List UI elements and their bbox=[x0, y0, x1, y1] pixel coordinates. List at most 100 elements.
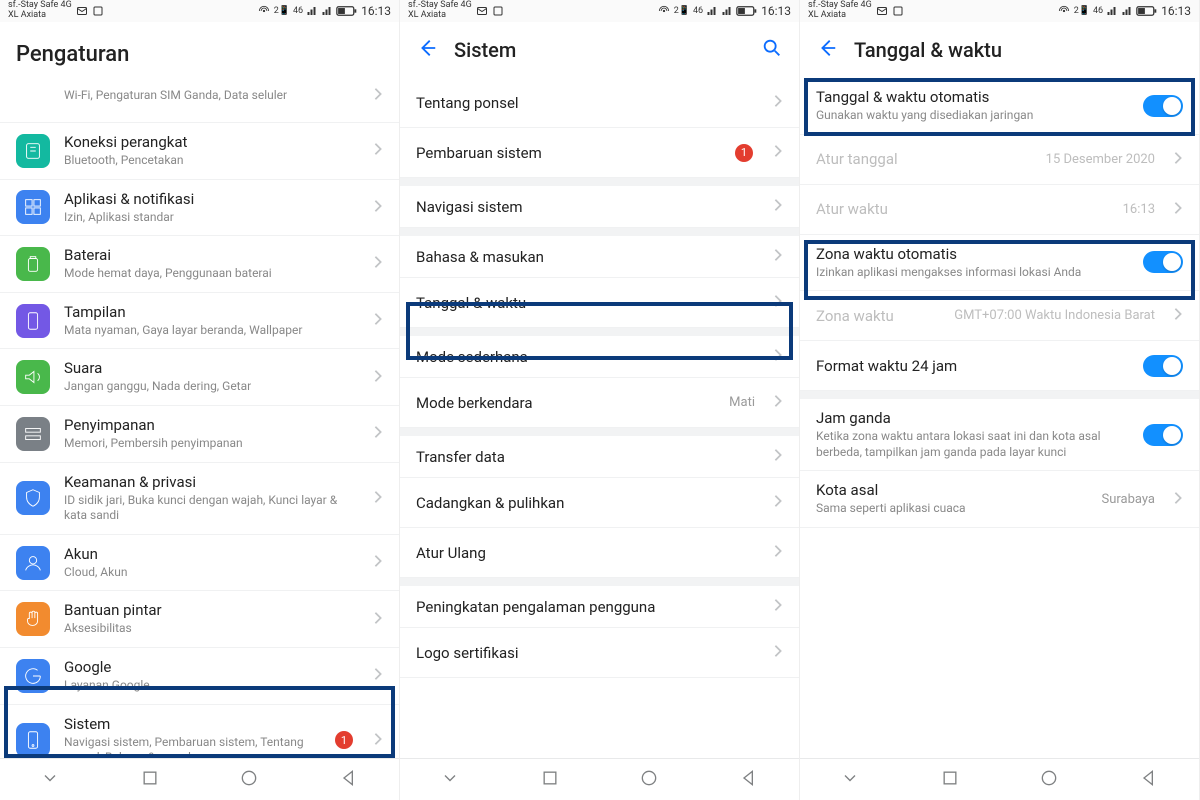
row-set-date: Atur tanggal 15 Desember 2020 bbox=[800, 135, 1199, 185]
nav-dropdown-icon[interactable] bbox=[440, 768, 460, 792]
nav-dropdown-icon[interactable] bbox=[40, 768, 60, 792]
nav-recent-icon[interactable] bbox=[940, 768, 960, 792]
account-icon bbox=[16, 546, 50, 580]
chevron-icon bbox=[773, 447, 783, 466]
nav-home-icon[interactable] bbox=[639, 768, 659, 792]
row-transfer-data[interactable]: Transfer data bbox=[400, 428, 799, 478]
chevron-icon bbox=[373, 141, 383, 160]
row-user-experience[interactable]: Peningkatan pengalaman pengguna bbox=[400, 578, 799, 628]
row-title: Sistem bbox=[64, 715, 321, 733]
nav-home-icon[interactable] bbox=[239, 768, 259, 792]
system-icon bbox=[16, 723, 50, 757]
status-carrier-2: XL Axiata bbox=[808, 11, 872, 21]
row-language-input[interactable]: Bahasa & masukan bbox=[400, 228, 799, 278]
net-type-icon: 46 bbox=[293, 6, 303, 16]
row-sub: ID sidik jari, Buka kunci dengan wajah, … bbox=[64, 493, 359, 524]
row-wifi[interactable]: Wi-Fi, Pengaturan SIM Ganda, Data selule… bbox=[0, 78, 399, 123]
row-24h-format[interactable]: Format waktu 24 jam bbox=[800, 341, 1199, 391]
toggle-dual-clock[interactable] bbox=[1143, 424, 1183, 446]
row-sub: Navigasi sistem, Pembaruan sistem, Tenta… bbox=[64, 735, 321, 758]
toggle-auto-datetime[interactable] bbox=[1143, 95, 1183, 117]
back-button[interactable] bbox=[416, 37, 438, 63]
nav-recent-icon[interactable] bbox=[140, 768, 160, 792]
row-backup-restore[interactable]: Cadangkan & pulihkan bbox=[400, 478, 799, 528]
row-title: Logo sertifikasi bbox=[416, 644, 759, 662]
back-button[interactable] bbox=[816, 37, 838, 63]
datetime-list: Tanggal & waktu otomatisGunakan waktu ya… bbox=[800, 78, 1199, 758]
row-display[interactable]: TampilanMata nyaman, Gaya layar beranda,… bbox=[0, 293, 399, 350]
toggle-auto-timezone[interactable] bbox=[1143, 251, 1183, 273]
row-sub: Memori, Pembersih penyimpanan bbox=[64, 436, 359, 452]
mail-icon bbox=[476, 5, 488, 17]
row-simple-mode[interactable]: Mode sederhana bbox=[400, 328, 799, 378]
nav-home-icon[interactable] bbox=[1039, 768, 1059, 792]
row-date-time[interactable]: Tanggal & waktu bbox=[400, 278, 799, 328]
row-reset[interactable]: Atur Ulang bbox=[400, 528, 799, 578]
row-value: Mati bbox=[729, 395, 755, 410]
row-title: Pembaruan sistem bbox=[416, 144, 721, 162]
row-title: Format waktu 24 jam bbox=[816, 357, 1129, 375]
nav-back-icon[interactable] bbox=[1139, 768, 1159, 792]
nav-bar bbox=[400, 758, 799, 800]
status-bar: sf.-Stay Safe 4G XL Axiata 2📱 46 16:13 bbox=[800, 0, 1199, 22]
hand-icon bbox=[16, 602, 50, 636]
row-driving-mode[interactable]: Mode berkendara Mati bbox=[400, 378, 799, 428]
row-smart-assist[interactable]: Bantuan pintarAksesibilitas bbox=[0, 591, 399, 648]
page-title: Sistem bbox=[454, 38, 745, 62]
nav-dropdown-icon[interactable] bbox=[840, 768, 860, 792]
row-about-phone[interactable]: Tentang ponsel bbox=[400, 78, 799, 128]
row-home-city[interactable]: Kota asalSama seperti aplikasi cuaca Sur… bbox=[800, 471, 1199, 528]
row-value: GMT+07:00 Waktu Indonesia Barat bbox=[954, 308, 1155, 323]
row-battery[interactable]: BateraiMode hemat daya, Penggunaan bater… bbox=[0, 236, 399, 293]
toggle-24h[interactable] bbox=[1143, 355, 1183, 377]
screen-date-time: sf.-Stay Safe 4G XL Axiata 2📱 46 16:13 T… bbox=[800, 0, 1200, 800]
row-sound[interactable]: SuaraJangan ganggu, Nada dering, Getar bbox=[0, 349, 399, 406]
row-security[interactable]: Keamanan & privasiID sidik jari, Buka ku… bbox=[0, 463, 399, 535]
row-auto-datetime[interactable]: Tanggal & waktu otomatisGunakan waktu ya… bbox=[800, 78, 1199, 135]
page-title: Pengaturan bbox=[16, 42, 129, 67]
nav-bar bbox=[800, 758, 1199, 800]
row-sub: Bluetooth, Pencetakan bbox=[64, 153, 359, 169]
chevron-icon bbox=[1173, 200, 1183, 219]
row-title: Google bbox=[64, 658, 359, 676]
chevron-icon bbox=[773, 597, 783, 616]
nav-back-icon[interactable] bbox=[339, 768, 359, 792]
row-title: Zona waktu otomatis bbox=[816, 245, 1129, 263]
sound-icon bbox=[16, 360, 50, 394]
row-apps[interactable]: Aplikasi & notifikasiIzin, Aplikasi stan… bbox=[0, 180, 399, 237]
chevron-icon bbox=[1173, 490, 1183, 509]
row-system-update[interactable]: Pembaruan sistem 1 bbox=[400, 128, 799, 178]
row-account[interactable]: AkunCloud, Akun bbox=[0, 535, 399, 592]
row-cert-logo[interactable]: Logo sertifikasi bbox=[400, 628, 799, 678]
row-timezone: Zona waktu GMT+07:00 Waktu Indonesia Bar… bbox=[800, 291, 1199, 341]
row-koneksi[interactable]: Koneksi perangkatBluetooth, Pencetakan bbox=[0, 123, 399, 180]
chevron-icon bbox=[773, 197, 783, 216]
status-time: 16:13 bbox=[1161, 4, 1191, 18]
sim-icon: 2📱 bbox=[674, 6, 690, 16]
row-storage[interactable]: PenyimpananMemori, Pembersih penyimpanan bbox=[0, 406, 399, 463]
chevron-icon bbox=[773, 93, 783, 112]
signal-2-icon bbox=[1121, 5, 1133, 17]
row-sub: Mode hemat daya, Penggunaan baterai bbox=[64, 266, 359, 282]
system-header: Sistem bbox=[400, 22, 799, 78]
row-title: Bahasa & masukan bbox=[416, 248, 759, 266]
chevron-icon bbox=[373, 198, 383, 217]
nav-recent-icon[interactable] bbox=[540, 768, 560, 792]
search-button[interactable] bbox=[761, 37, 783, 63]
row-title: Tampilan bbox=[64, 303, 359, 321]
sim-icon: 2📱 bbox=[274, 6, 290, 16]
row-system[interactable]: Sistem Navigasi sistem, Pembaruan sistem,… bbox=[0, 705, 399, 758]
chevron-icon bbox=[373, 311, 383, 330]
row-auto-timezone[interactable]: Zona waktu otomatisIzinkan aplikasi meng… bbox=[800, 235, 1199, 292]
row-google[interactable]: Google Layanan Google bbox=[0, 648, 399, 705]
nav-back-icon[interactable] bbox=[739, 768, 759, 792]
row-sub: Izin, Aplikasi standar bbox=[64, 210, 359, 226]
status-carrier-2: XL Axiata bbox=[408, 11, 472, 21]
row-dual-clock[interactable]: Jam gandaKetika zona waktu antara lokasi… bbox=[800, 391, 1199, 471]
apps-icon bbox=[16, 190, 50, 224]
chevron-icon bbox=[773, 643, 783, 662]
battery-icon bbox=[736, 5, 758, 17]
row-system-navigation[interactable]: Navigasi sistem bbox=[400, 178, 799, 228]
row-sub: Layanan Google bbox=[64, 678, 359, 694]
row-title: Suara bbox=[64, 359, 359, 377]
